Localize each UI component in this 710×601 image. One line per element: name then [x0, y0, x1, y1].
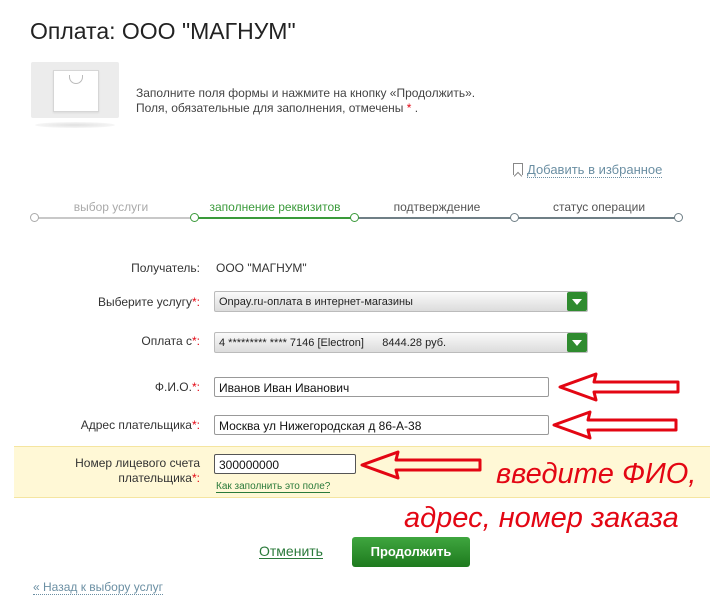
page-title: Оплата: ООО "МАГНУМ" [30, 18, 296, 44]
step-dot-4 [510, 213, 519, 222]
bookmark-icon [513, 163, 523, 175]
recipient-label: Получатель: [131, 261, 200, 275]
account-label: Номер лицевого счета плательщика*: [75, 456, 200, 485]
cancel-link[interactable]: Отменить [259, 544, 323, 559]
arrow-left-icon [360, 450, 482, 480]
service-logo [31, 62, 119, 128]
step-label-3: подтверждение [393, 200, 481, 214]
payfrom-select[interactable]: 4 ********* **** 7146 [Electron] 8444.28… [214, 332, 588, 353]
field-help-link[interactable]: Как заполнить это поле? [216, 481, 331, 493]
payfrom-label: Оплата с*: [141, 334, 200, 348]
step-label-1: выбор услуги [73, 200, 149, 214]
add-to-favorites-label: Добавить в избранное [527, 162, 663, 178]
recipient-value: ООО "МАГНУМ" [216, 261, 307, 275]
step-dot-1 [30, 213, 39, 222]
annotation-line-2: адрес, номер заказа [404, 502, 679, 534]
chevron-down-icon [567, 333, 587, 352]
arrow-left-icon [558, 372, 680, 402]
step-line-1 [34, 217, 194, 219]
step-dot-3 [350, 213, 359, 222]
continue-button[interactable]: Продолжить [352, 537, 470, 567]
back-to-services-link[interactable]: « Назад к выбору услуг [33, 580, 163, 595]
hint-line-2: Поля, обязательные для заполнения, отмеч… [136, 101, 419, 115]
step-line-2 [194, 217, 354, 219]
step-label-4: статус операции [552, 200, 646, 214]
fio-input[interactable]: Иванов Иван Иванович [214, 377, 549, 397]
annotation-line-1: введите ФИО, [496, 458, 697, 490]
step-line-3 [354, 217, 514, 219]
chevron-down-icon [567, 292, 587, 311]
step-dot-2 [190, 213, 199, 222]
arrow-left-icon [552, 410, 678, 440]
service-select-value: Onpay.ru-оплата в интернет-магазины [219, 296, 413, 308]
form-hint: Заполните поля формы и нажмите на кнопку… [136, 86, 475, 116]
fio-label: Ф.И.О.*: [154, 380, 200, 394]
service-select[interactable]: Onpay.ru-оплата в интернет-магазины [214, 291, 588, 312]
service-label: Выберите услугу*: [97, 295, 200, 309]
payfrom-select-value: 4 ********* **** 7146 [Electron] 8444.28… [219, 337, 447, 349]
step-line-4 [514, 217, 678, 219]
account-input[interactable]: 300000000 [214, 454, 356, 474]
add-to-favorites-link[interactable]: Добавить в избранное [513, 162, 663, 178]
address-input[interactable]: Москва ул Нижегородская д 86-А-38 [214, 415, 549, 435]
step-label-2: заполнение реквизитов [209, 200, 341, 214]
hint-line-1: Заполните поля формы и нажмите на кнопку… [136, 86, 476, 100]
address-label: Адрес плательщика*: [80, 418, 200, 432]
shopping-bag-icon [53, 70, 99, 112]
step-dot-5 [674, 213, 683, 222]
